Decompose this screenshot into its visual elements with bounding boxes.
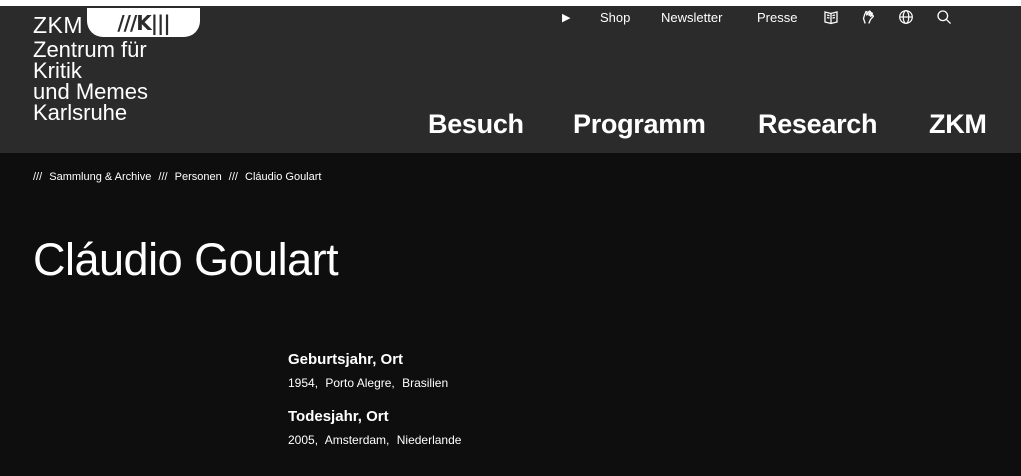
nav-programm[interactable]: Programm (573, 109, 706, 140)
death-values: 2005, Amsterdam, Niederlande (288, 433, 465, 447)
site-header: ZKM ///K||| Zentrum für Kritik und Memes… (0, 6, 1021, 153)
logo-badge-text: ///K||| (117, 10, 170, 35)
birth-label: Geburtsjahr, Ort (288, 351, 404, 368)
page-title: Cláudio Goulart (33, 234, 339, 285)
death-fact: Todesjahr, Ort 2005, Amsterdam, Niederla… (288, 408, 465, 447)
hand-sign-icon[interactable] (860, 9, 876, 25)
birth-values: 1954, Porto Alegre, Brasilien (288, 376, 465, 390)
death-city[interactable]: Amsterdam, (325, 433, 390, 447)
search-icon[interactable] (936, 9, 952, 25)
logo-badge: ///K||| (87, 8, 200, 37)
logo-wordmark: Zentrum für Kritik und Memes Karlsruhe (33, 37, 148, 125)
logo-line-1: Zentrum für (33, 37, 147, 62)
breadcrumb-current: Cláudio Goulart (245, 171, 322, 183)
death-year: 2005, (288, 433, 319, 447)
death-country[interactable]: Niederlande (397, 433, 462, 447)
logo-line-2: Kritik (33, 58, 82, 83)
breadcrumb: /// Sammlung & Archive /// Personen /// … (33, 171, 321, 183)
breadcrumb-sammlung[interactable]: Sammlung & Archive (49, 171, 151, 183)
utility-nav: ▶ Shop Newsletter Presse (551, 6, 1021, 30)
presse-link[interactable]: Presse (757, 10, 797, 25)
death-label: Todesjahr, Ort (288, 408, 389, 425)
logo-line-3: und Memes (33, 79, 148, 104)
site-logo[interactable]: ZKM ///K||| Zentrum für Kritik und Memes… (33, 8, 233, 148)
birth-country[interactable]: Brasilien (402, 376, 448, 390)
person-facts: Geburtsjahr, Ort 1954, Porto Alegre, Bra… (288, 351, 465, 465)
nav-research[interactable]: Research (758, 109, 877, 140)
logo-zkm-text: ZKM (33, 12, 84, 38)
nav-besuch[interactable]: Besuch (428, 109, 524, 140)
birth-city[interactable]: Porto Alegre, (325, 376, 394, 390)
birth-fact: Geburtsjahr, Ort 1954, Porto Alegre, Bra… (288, 351, 465, 390)
logo-line-4: Karlsruhe (33, 100, 128, 125)
book-icon[interactable] (823, 9, 839, 25)
breadcrumb-separator: /// (228, 171, 238, 183)
breadcrumb-separator: /// (158, 171, 168, 183)
breadcrumb-personen[interactable]: Personen (175, 171, 222, 183)
birth-year: 1954, (288, 376, 319, 390)
newsletter-link[interactable]: Newsletter (661, 10, 722, 25)
shop-link[interactable]: Shop (600, 10, 630, 25)
breadcrumb-separator: /// (33, 171, 43, 183)
nav-zkm[interactable]: ZKM (929, 109, 987, 140)
play-icon[interactable]: ▶ (562, 11, 570, 24)
globe-icon[interactable] (898, 9, 914, 25)
